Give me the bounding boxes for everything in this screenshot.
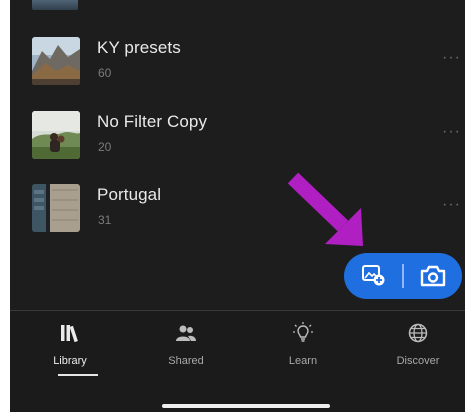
album-row-no-filter-copy[interactable]: No Filter Copy 20 ···	[10, 111, 465, 167]
tab-learn[interactable]: Learn	[253, 311, 353, 381]
tab-label: Discover	[396, 355, 440, 367]
lightbulb-icon	[293, 322, 313, 342]
add-photo-icon	[362, 265, 385, 286]
album-thumbnail	[32, 111, 80, 159]
more-options-icon[interactable]: ···	[442, 49, 461, 67]
more-options-icon[interactable]: ···	[442, 196, 461, 214]
album-row-portugal[interactable]: Portugal 31 ···	[10, 184, 465, 240]
album-title: KY presets	[97, 38, 181, 57]
people-icon	[176, 325, 196, 341]
album-thumbnail	[32, 37, 80, 85]
tab-shared[interactable]: Shared	[136, 311, 236, 381]
album-count: 60	[98, 66, 112, 80]
tab-library[interactable]: Library	[20, 311, 120, 381]
camera-icon	[420, 265, 446, 287]
album-row-ky-presets[interactable]: KY presets 60 ···	[10, 37, 465, 93]
album-title: No Filter Copy	[97, 112, 208, 131]
home-indicator[interactable]	[162, 404, 330, 408]
more-options-icon[interactable]: ···	[442, 123, 461, 141]
album-thumbnail-partial[interactable]	[32, 0, 78, 10]
active-tab-indicator	[58, 374, 98, 376]
annotation-arrow	[287, 172, 363, 246]
app-screen: KY presets 60 ··· No Filter Copy 20 ···	[10, 0, 465, 412]
album-count: 31	[98, 213, 112, 227]
tab-label: Learn	[288, 355, 318, 367]
library-icon	[61, 325, 78, 343]
album-count: 20	[98, 140, 112, 154]
tab-discover[interactable]: Discover	[368, 311, 465, 381]
tab-label: Library	[53, 355, 87, 367]
camera-button[interactable]	[404, 253, 462, 299]
tab-label: Shared	[168, 355, 204, 367]
bottom-tab-bar: Library Shared Learn Discover	[10, 310, 465, 412]
album-thumbnail	[32, 184, 80, 232]
globe-icon	[408, 323, 428, 343]
album-title: Portugal	[97, 185, 162, 204]
